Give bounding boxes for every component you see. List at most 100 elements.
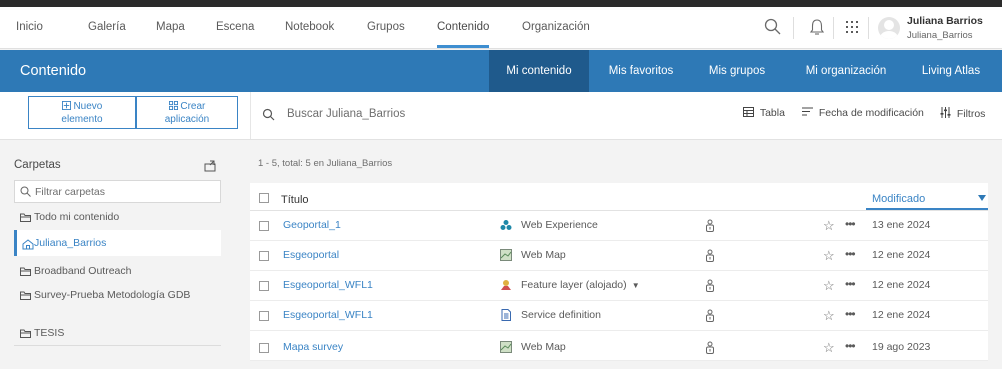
- web-experience-icon: [500, 220, 512, 230]
- sharing-private-icon: [706, 219, 714, 232]
- row-checkbox[interactable]: [259, 343, 269, 353]
- add-square-icon: [61, 101, 71, 110]
- item-type: Web Map: [521, 249, 566, 261]
- folder-icon: [20, 267, 31, 276]
- folder-label: TESIS: [34, 327, 65, 339]
- search-input[interactable]: Buscar Juliana_Barrios: [287, 108, 405, 120]
- nav-grupos[interactable]: Grupos: [367, 7, 405, 48]
- view-table-button[interactable]: Tabla: [743, 107, 785, 119]
- tab-living-atlas[interactable]: Living Atlas: [911, 50, 991, 92]
- user-name[interactable]: Juliana Barrios: [907, 15, 983, 27]
- toolbar-divider: [250, 92, 251, 139]
- search-icon[interactable]: [763, 17, 783, 37]
- item-modified-date: 12 ene 2024: [872, 249, 931, 261]
- nav-contenido[interactable]: Contenido: [437, 7, 490, 48]
- folder-item-todo[interactable]: Todo mi contenido: [14, 208, 221, 226]
- nav-galeria[interactable]: Galería: [88, 7, 126, 48]
- item-type: Feature layer (alojado): [521, 279, 627, 291]
- sort-desc-caret-icon[interactable]: [978, 195, 986, 201]
- view-table-label: Tabla: [759, 107, 785, 119]
- tab-mis-grupos[interactable]: Mis grupos: [697, 50, 777, 92]
- create-app-button[interactable]: Crear aplicación: [136, 96, 238, 129]
- filters-button[interactable]: Filtros: [940, 107, 985, 120]
- new-item-button[interactable]: Nuevo elemento: [28, 96, 136, 129]
- favorite-star-icon[interactable]: ☆: [823, 340, 835, 356]
- web-map-icon: [500, 341, 512, 353]
- caret-down-icon: ▼: [629, 281, 640, 290]
- more-options-icon[interactable]: •••: [845, 217, 856, 231]
- nav-inicio[interactable]: Inicio: [16, 7, 43, 48]
- search-icon: [262, 108, 275, 121]
- favorite-star-icon[interactable]: ☆: [823, 248, 835, 264]
- folder-icon: [20, 329, 31, 338]
- nav-organizacion[interactable]: Organización: [522, 7, 590, 48]
- app-launcher-grid-icon[interactable]: [842, 17, 862, 37]
- table-icon: [743, 107, 754, 117]
- row-checkbox[interactable]: [259, 221, 269, 231]
- create-app-label-2: aplicación: [164, 114, 210, 125]
- feature-layer-icon: [501, 280, 511, 290]
- folder-item-broadband[interactable]: Broadband Outreach: [14, 262, 221, 280]
- nav-mapa[interactable]: Mapa: [156, 7, 185, 48]
- notifications-bell-icon[interactable]: [807, 17, 827, 37]
- sharing-private-icon: [706, 309, 714, 322]
- favorite-star-icon[interactable]: ☆: [823, 278, 835, 294]
- folder-filter-placeholder: Filtrar carpetas: [35, 186, 106, 198]
- item-type: Web Map: [521, 341, 566, 353]
- folder-icon: [20, 213, 31, 222]
- item-title-link[interactable]: Mapa survey: [283, 341, 343, 353]
- new-item-label-1: Nuevo: [73, 101, 103, 112]
- row-checkbox[interactable]: [259, 311, 269, 321]
- nav-divider: [868, 17, 869, 39]
- tab-mi-organizacion[interactable]: Mi organización: [796, 50, 896, 92]
- sort-lines-icon: [802, 107, 813, 116]
- create-app-label-1: Crear: [180, 101, 206, 112]
- item-title-link[interactable]: Esgeoportal_WFL1: [283, 309, 373, 321]
- favorite-star-icon[interactable]: ☆: [823, 218, 835, 234]
- column-modified[interactable]: Modificado: [872, 193, 925, 205]
- folder-label: Juliana_Barrios: [34, 237, 107, 249]
- folder-item-juliana[interactable]: Juliana_Barrios: [14, 230, 221, 256]
- web-map-icon: [500, 249, 512, 261]
- folder-filter-input[interactable]: Filtrar carpetas: [14, 180, 221, 203]
- nav-notebook[interactable]: Notebook: [285, 7, 334, 48]
- item-modified-date: 13 ene 2024: [872, 219, 931, 231]
- app-grid-icon: [168, 101, 178, 110]
- new-folder-icon[interactable]: [204, 160, 216, 172]
- more-options-icon[interactable]: •••: [845, 307, 856, 321]
- more-options-icon[interactable]: •••: [845, 277, 856, 291]
- page-title: Contenido: [20, 63, 87, 79]
- more-options-icon[interactable]: •••: [845, 247, 856, 261]
- top-navigation: Inicio Galería Mapa Escena Notebook Grup…: [0, 7, 1002, 49]
- sharing-private-icon: [706, 279, 714, 292]
- folder-label: Survey-Prueba Metodología GDB: [34, 289, 191, 301]
- row-checkbox[interactable]: [259, 251, 269, 261]
- tab-mis-favoritos[interactable]: Mis favoritos: [596, 50, 686, 92]
- folder-item-tesis[interactable]: TESIS: [14, 324, 221, 342]
- sort-button[interactable]: Fecha de modificación: [802, 107, 924, 119]
- row-checkbox[interactable]: [259, 281, 269, 291]
- select-all-checkbox[interactable]: [259, 193, 269, 203]
- item-title-link[interactable]: Esgeoportal: [283, 249, 339, 261]
- nav-divider: [793, 17, 794, 39]
- folder-item-survey[interactable]: Survey-Prueba Metodología GDB: [14, 287, 221, 319]
- content-toolbar: Nuevo elemento Crear aplicación Buscar J…: [0, 92, 1002, 140]
- content-header-bar: Contenido Mi contenido Mis favoritos Mis…: [0, 50, 1002, 92]
- sharing-private-icon: [706, 341, 714, 354]
- item-modified-date: 12 ene 2024: [872, 279, 931, 291]
- folder-icon: [20, 291, 31, 300]
- nav-escena[interactable]: Escena: [216, 7, 254, 48]
- filters-sliders-icon: [940, 107, 951, 118]
- column-modified-underline: [866, 208, 988, 210]
- item-title-link[interactable]: Esgeoportal_WFL1: [283, 279, 373, 291]
- top-strip: [0, 0, 1002, 7]
- column-title[interactable]: Título: [281, 194, 309, 206]
- more-options-icon[interactable]: •••: [845, 339, 856, 353]
- favorite-star-icon[interactable]: ☆: [823, 308, 835, 324]
- user-avatar[interactable]: [878, 17, 900, 39]
- item-title-link[interactable]: Geoportal_1: [283, 219, 341, 231]
- home-icon: [22, 239, 34, 250]
- filters-label: Filtros: [956, 108, 986, 120]
- tab-mi-contenido[interactable]: Mi contenido: [489, 50, 589, 92]
- item-type-dropdown[interactable]: Feature layer (alojado) ▼: [521, 279, 640, 291]
